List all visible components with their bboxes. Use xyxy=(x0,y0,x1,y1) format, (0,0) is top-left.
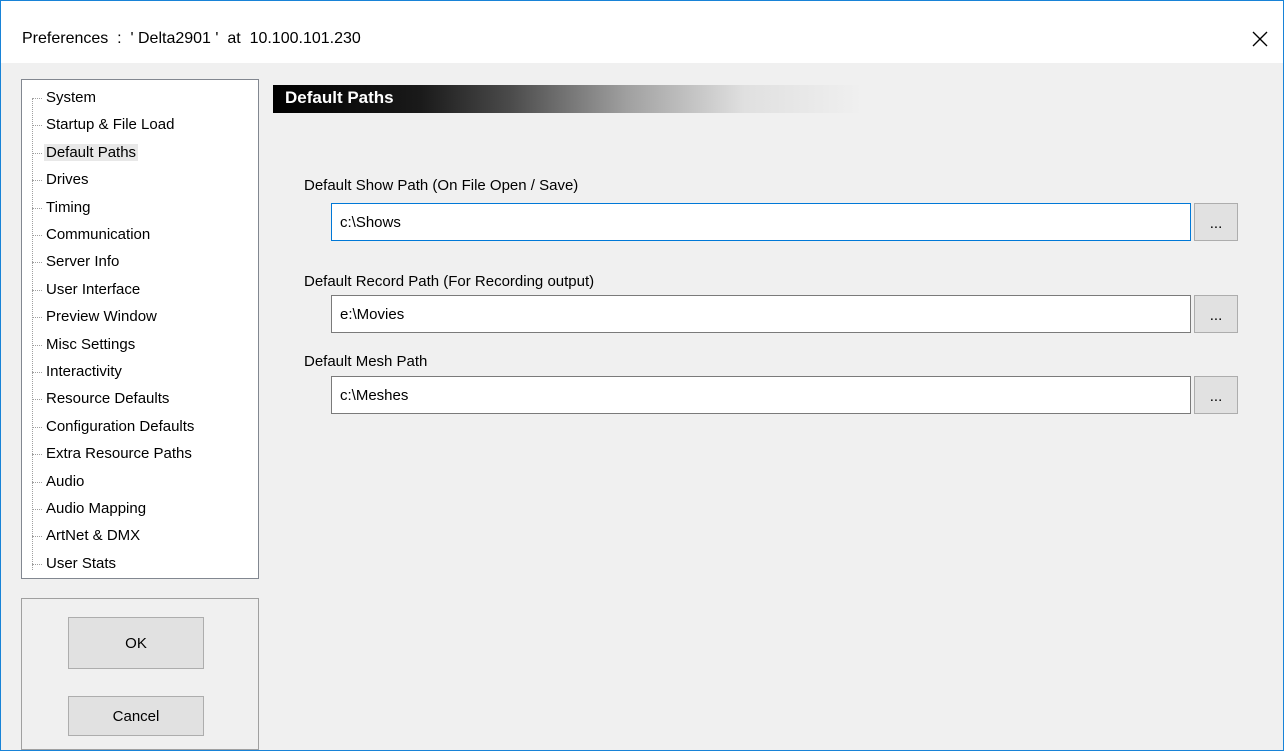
tree-item-label: Drives xyxy=(46,171,89,189)
tree-item-default-paths[interactable]: Default Paths xyxy=(32,143,139,163)
category-tree[interactable]: System Startup & File Load Default Paths Dr… xyxy=(21,79,259,579)
tree-item-timing[interactable]: Timing xyxy=(32,198,92,218)
mesh-path-input[interactable] xyxy=(331,376,1191,414)
tree-connector xyxy=(32,235,42,236)
tree-item-startup-file-load[interactable]: Startup & File Load xyxy=(32,115,176,135)
tree-item-label: Startup & File Load xyxy=(46,116,175,134)
tree-connector xyxy=(32,317,42,319)
tree-connector xyxy=(32,180,42,182)
tree-item-resource-defaults[interactable]: Resource Defaults xyxy=(32,389,171,409)
record-path-label: Default Record Path (For Recording outpu… xyxy=(304,273,595,290)
tree-connector xyxy=(32,399,42,401)
tree-connector xyxy=(32,125,42,127)
tree-item-label: User Interface xyxy=(46,280,141,298)
mesh-path-label: Default Mesh Path xyxy=(304,353,428,370)
tree-item-configuration-defaults[interactable]: Configuration Defaults xyxy=(32,417,196,437)
tree-connector xyxy=(32,262,42,264)
tree-item-label: Configuration Defaults xyxy=(46,417,195,435)
window-title: Preferences : ' Delta2901 ' at 10.100.10… xyxy=(22,30,361,47)
close-icon xyxy=(1252,31,1268,47)
tree-connector xyxy=(32,98,42,99)
tree-connector xyxy=(32,481,42,483)
tree-item-user-interface[interactable]: User Interface xyxy=(32,280,142,300)
tree-item-label: Extra Resource Paths xyxy=(46,445,192,463)
tree-connector xyxy=(32,289,42,291)
tree-item-interactivity[interactable]: Interactivity xyxy=(32,362,124,382)
tree-connector-line xyxy=(32,98,33,570)
record-path-input[interactable] xyxy=(331,295,1191,333)
tree-item-label: Audio xyxy=(46,472,85,490)
tree-connector xyxy=(32,152,42,154)
tree-item-label: Default Paths xyxy=(44,143,139,161)
tree-item-label: Audio Mapping xyxy=(46,500,147,517)
tree-connector xyxy=(32,207,42,209)
tree-item-artnet-dmx[interactable]: ArtNet & DMX xyxy=(32,526,142,546)
tree-item-user-stats[interactable]: User Stats xyxy=(32,554,118,574)
tree-item-drives[interactable]: Drives xyxy=(32,170,91,190)
tree-connector xyxy=(32,372,42,373)
show-path-input[interactable] xyxy=(331,203,1191,241)
title-bar: Preferences : ' Delta2901 ' at 10.100.10… xyxy=(1,1,1283,63)
tree-item-label: Misc Settings xyxy=(46,335,136,353)
tree-item-preview-window[interactable]: Preview Window xyxy=(32,307,159,327)
ok-button[interactable]: OK xyxy=(68,617,204,669)
tree-item-label: Resource Defaults xyxy=(46,390,170,408)
tree-item-label: User Stats xyxy=(46,554,117,572)
tree-item-audio[interactable]: Audio xyxy=(32,472,86,492)
tree-item-misc-settings[interactable]: Misc Settings xyxy=(32,335,137,355)
tree-item-audio-mapping[interactable]: Audio Mapping xyxy=(32,499,148,519)
tree-item-label: Server Info xyxy=(46,253,120,271)
tree-item-label: Interactivity xyxy=(46,363,122,380)
cancel-button[interactable]: Cancel xyxy=(68,696,204,736)
tree-item-label: ArtNet & DMX xyxy=(46,527,141,545)
section-header-title: Default Paths xyxy=(285,88,394,107)
preferences-dialog: Preferences : ' Delta2901 ' at 10.100.10… xyxy=(0,0,1284,751)
tree-connector xyxy=(32,426,42,428)
tree-connector xyxy=(32,536,42,538)
tree-item-communication[interactable]: Communication xyxy=(32,225,152,245)
tree-connector xyxy=(32,344,42,346)
tree-item-system[interactable]: System xyxy=(32,88,98,108)
tree-item-extra-resource-paths[interactable]: Extra Resource Paths xyxy=(32,444,194,464)
tree-connector xyxy=(32,509,42,510)
button-panel: OK Cancel xyxy=(21,598,259,750)
tree-item-label: Communication xyxy=(46,226,151,243)
close-button[interactable] xyxy=(1238,19,1282,59)
tree-connector xyxy=(32,454,42,456)
tree-item-label: System xyxy=(46,89,97,106)
tree-connector xyxy=(32,563,42,565)
show-path-label: Default Show Path (On File Open / Save) xyxy=(304,177,579,194)
tree-item-label: Timing xyxy=(46,198,91,216)
tree-item-server-info[interactable]: Server Info xyxy=(32,252,121,272)
section-header: Default Paths xyxy=(273,85,863,113)
tree-item-label: Preview Window xyxy=(46,308,157,326)
mesh-path-browse-button[interactable]: ... xyxy=(1194,376,1238,414)
record-path-browse-button[interactable]: ... xyxy=(1194,295,1238,333)
show-path-browse-button[interactable]: ... xyxy=(1194,203,1238,241)
